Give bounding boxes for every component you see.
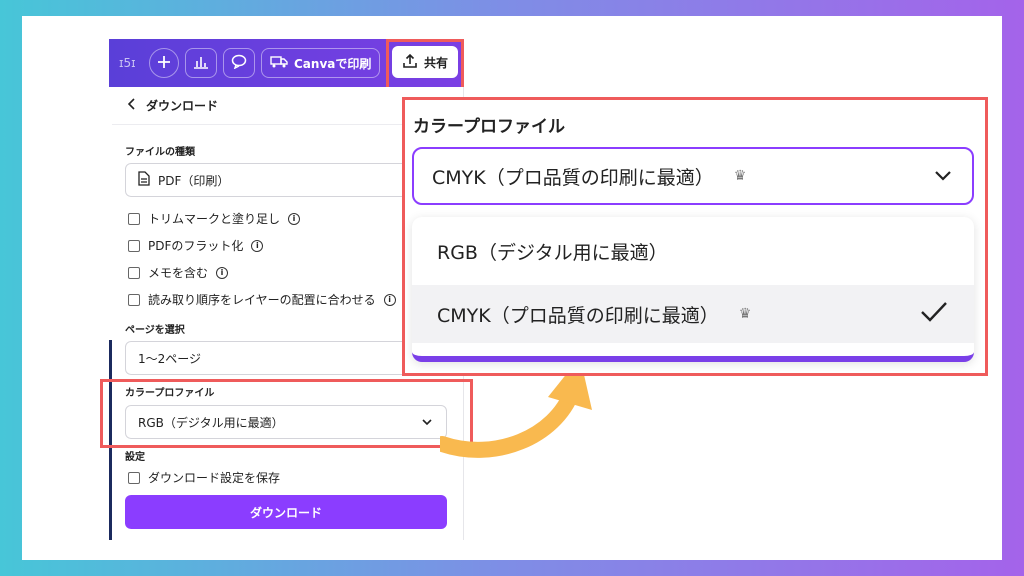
crown-icon: ♛	[738, 306, 752, 322]
include-notes-label: メモを含む	[148, 266, 209, 280]
plus-icon	[157, 55, 171, 72]
share-highlight-box	[386, 39, 464, 94]
crown-icon: ♛	[733, 168, 747, 184]
reading-order-option[interactable]: 読み取り順序をレイヤーの配置に合わせる i	[128, 291, 396, 308]
comment-button[interactable]	[223, 48, 255, 78]
trim-marks-label: トリムマークと塗り足し	[148, 212, 281, 226]
menu-option-rgb[interactable]: RGB（デジタル用に最適）	[412, 217, 974, 285]
info-icon[interactable]: i	[383, 293, 396, 306]
download-button[interactable]: ダウンロード	[125, 495, 447, 529]
save-settings-checkbox[interactable]	[128, 471, 140, 484]
file-type-label: ファイルの種類	[125, 147, 195, 158]
color-profile-highlight-box	[100, 379, 473, 448]
info-icon[interactable]: i	[251, 239, 264, 252]
reading-order-label: 読み取り順序をレイヤーの配置に合わせる	[148, 293, 376, 307]
add-button[interactable]	[149, 48, 179, 78]
file-type-select[interactable]: PDF（印刷）	[125, 163, 447, 197]
chart-icon	[193, 55, 209, 72]
zoom-selected-value: CMYK（プロ品質の印刷に最適）	[432, 166, 714, 189]
reading-order-checkbox[interactable]	[128, 293, 140, 306]
info-icon[interactable]: i	[216, 266, 229, 279]
panel-title: ダウンロード	[146, 99, 219, 113]
toolbar-ghost-text: ɪ5ɪ	[119, 56, 136, 70]
chevron-left-icon	[127, 98, 136, 113]
menu-option-cmyk[interactable]: CMYK（プロ品質の印刷に最適） ♛	[412, 285, 974, 343]
flatten-pdf-label: PDFのフラット化	[148, 239, 244, 253]
print-label: Canvaで印刷	[294, 56, 372, 71]
pages-value: 1〜2ページ	[138, 351, 202, 366]
pages-select[interactable]: 1〜2ページ	[125, 341, 447, 375]
check-icon	[920, 301, 948, 328]
save-settings-label: ダウンロード設定を保存	[148, 471, 281, 485]
trim-marks-checkbox[interactable]	[128, 212, 140, 225]
trim-marks-option[interactable]: トリムマークと塗り足し i	[128, 210, 301, 227]
color-profile-menu: RGB（デジタル用に最適） CMYK（プロ品質の印刷に最適） ♛	[412, 217, 974, 362]
comment-icon	[231, 54, 247, 72]
chevron-down-icon	[934, 165, 952, 187]
include-notes-option[interactable]: メモを含む i	[128, 264, 229, 281]
truck-icon	[270, 55, 288, 71]
flatten-pdf-option[interactable]: PDFのフラット化 i	[128, 237, 264, 254]
file-icon	[138, 171, 150, 189]
include-notes-checkbox[interactable]	[128, 266, 140, 279]
flatten-pdf-checkbox[interactable]	[128, 239, 140, 252]
info-icon[interactable]: i	[288, 212, 301, 225]
menu-option-rgb-label: RGB（デジタル用に最適）	[437, 241, 668, 264]
settings-label: 設定	[125, 452, 145, 463]
file-type-value: PDF（印刷）	[158, 173, 230, 188]
print-with-canva-button[interactable]: Canvaで印刷	[261, 48, 381, 78]
pages-label: ページを選択	[125, 325, 185, 336]
save-settings-option[interactable]: ダウンロード設定を保存	[128, 469, 280, 486]
menu-option-cmyk-label: CMYK（プロ品質の印刷に最適）	[437, 304, 719, 327]
zoom-color-profile-select[interactable]: CMYK（プロ品質の印刷に最適） ♛	[412, 147, 974, 205]
insights-button[interactable]	[185, 48, 217, 78]
zoom-title: カラープロファイル	[413, 117, 565, 137]
zoomed-color-profile: カラープロファイル CMYK（プロ品質の印刷に最適） ♛ RGB（デジタル用に最…	[402, 97, 988, 376]
